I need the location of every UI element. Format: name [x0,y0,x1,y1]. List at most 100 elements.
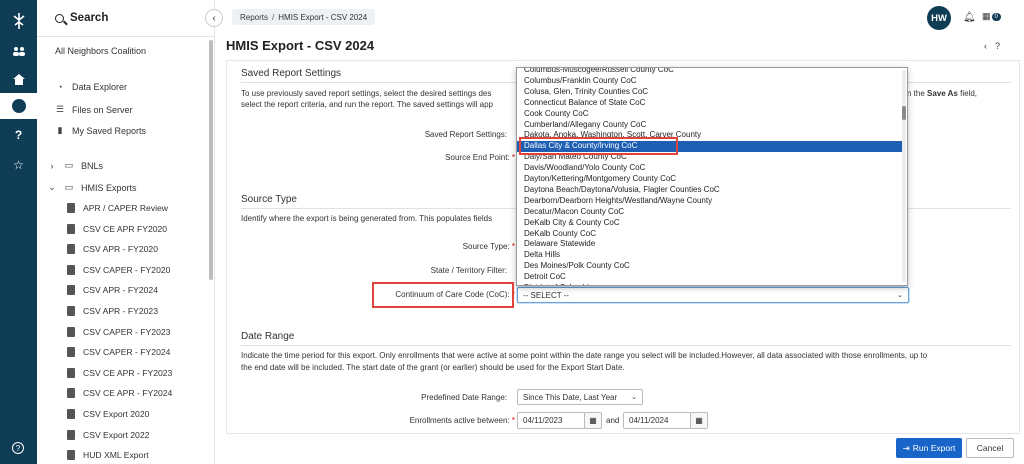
list-icon: ☰ [55,104,65,114]
dropdown-option[interactable]: DeKalb County CoC [517,229,903,240]
dropdown-option[interactable]: Dearborn/Dearborn Heights/Westland/Wayne… [517,196,903,207]
breadcrumb-separator: / [272,12,275,22]
folder-label: BNLs [81,160,104,171]
select-value: Since This Date, Last Year [523,392,618,402]
source-type-desc: Identify where the export is being gener… [241,214,493,223]
dropdown-scroll-track[interactable] [902,70,906,282]
calendar-icon[interactable]: ▦ [584,412,602,429]
desc-text: To use previously saved report settings,… [241,89,492,98]
document-icon [67,367,75,378]
desc-text: n the [907,89,925,98]
breadcrumb-current: HMIS Export - CSV 2024 [278,12,368,22]
dropdown-option[interactable]: Decatur/Macon County CoC [517,207,903,218]
coc-dropdown-list[interactable]: Columbus-Muscogee/Russell County CoC Colu… [516,67,908,286]
sidebar-report-item[interactable]: CSV CE APR - FY2024 [67,388,172,399]
sidebar-report-item[interactable]: CSV CAPER - FY2023 [67,326,171,337]
dropdown-option[interactable]: District of Columbia [517,283,903,285]
required-marker: * [509,242,515,251]
dropdown-option[interactable]: Cook County CoC [517,109,903,120]
folder-hmis-exports[interactable]: ⌄ ▭ HMIS Exports [47,182,136,193]
sidebar-item-label: Data Explorer [72,82,128,92]
divider [37,36,215,37]
divider [241,345,1011,346]
sidebar-report-label: CSV CAPER - FY2023 [83,326,171,337]
label-text: Source Type: [462,242,510,251]
highlight-callout-label [372,282,514,308]
end-date-input[interactable]: 04/11/2024 [623,412,691,429]
dropdown-option[interactable]: DeKalb City & County CoC [517,218,903,229]
sidebar-report-label: CSV CAPER - FY2020 [83,264,171,275]
sidebar-report-item[interactable]: CSV CAPER - FY2024 [67,347,170,358]
dropdown-option[interactable]: Columbus-Muscogee/Russell County CoC [517,68,903,76]
avatar[interactable]: HW [927,6,951,30]
sidebar-report-label: CSV CE APR - FY2023 [83,367,173,378]
document-icon [67,306,75,316]
saved-settings-desc-2: select the report criteria, and run the … [241,100,493,109]
dropdown-option[interactable]: Davis/Woodland/Yolo County CoC [517,163,903,174]
dropdown-option[interactable]: Connecticut Balance of State CoC [517,98,903,109]
sidebar-report-item[interactable]: CSV Export 2022 [67,429,150,440]
required-marker: * [509,416,515,425]
start-date-input[interactable]: 04/11/2023 [517,412,585,429]
label-text: Enrollments active between: [409,416,510,425]
org-name[interactable]: All Neighbors Coalition [55,46,146,56]
sidebar-item-files-on-server[interactable]: ☰ Files on Server [55,104,133,115]
source-type-heading: Source Type [241,194,297,205]
folder-icon: ▭ [64,182,74,192]
sidebar-report-item[interactable]: CSV CE APR FY2020 [67,223,167,234]
run-export-button[interactable]: ⇥ Run Export [896,438,962,458]
sidebar-item-my-saved-reports[interactable]: ▮ My Saved Reports [55,125,147,136]
dropdown-option[interactable]: Dayton/Kettering/Montgomery County CoC [517,174,903,185]
document-icon [67,244,75,255]
help-circle-icon[interactable]: ? [12,442,24,454]
folder-bnls[interactable]: › ▭ BNLs [47,160,104,171]
dropdown-option[interactable]: Delta Hills [517,250,903,261]
sidebar-report-item[interactable]: HUD XML Export [67,450,149,461]
help-icon[interactable]: ? [0,122,37,148]
dropdown-option[interactable]: Des Moines/Polk County CoC [517,261,903,272]
dropdown-option[interactable]: Cumberland/Allegany County CoC [517,120,903,131]
export-icon: ⇥ [902,442,910,453]
dropdown-scroll-thumb[interactable] [902,106,906,120]
folder-icon: ▭ [64,160,74,170]
sidebar-item-data-explorer[interactable]: ◔ Data Explorer [55,82,127,92]
dropdown-option[interactable]: Colusa, Glen, Trinity Counties CoC [517,87,903,98]
sidebar-report-label: CSV Export 2022 [83,429,150,440]
sidebar-report-item[interactable]: CSV CAPER - FY2020 [67,264,171,275]
reports-icon[interactable] [0,93,37,119]
help-icon[interactable]: ? [995,41,1000,51]
calendar-icon[interactable]: ▦ [690,412,708,429]
star-icon[interactable]: ☆ [0,152,37,178]
document-icon [67,285,75,296]
sidebar-report-item[interactable]: APR / CAPER Review [67,203,168,213]
document-icon [67,264,75,275]
users-icon[interactable] [0,38,37,64]
calendar-notifications[interactable]: ▦ 0 [982,11,1001,22]
dropdown-option[interactable]: Delaware Statewide [517,239,903,250]
sidebar-report-item[interactable]: CSV APR - FY2024 [67,285,158,296]
bell-icon[interactable]: 🔔︎ [963,12,976,23]
coc-select[interactable]: -- SELECT -- ⌄ [517,287,909,303]
sidebar-report-item[interactable]: CSV APR - FY2023 [67,306,158,316]
sidebar-item-label: Files on Server [72,104,133,115]
dropdown-option[interactable]: Detroit CoC [517,272,903,283]
collapse-sidebar-button[interactable]: ‹ [205,9,223,27]
cancel-button[interactable]: Cancel [966,438,1014,458]
dropdown-option[interactable]: Daytona Beach/Daytona/Volusia, Flagler C… [517,185,903,196]
dropdown-option[interactable]: Columbus/Franklin County CoC [517,76,903,87]
sidebar-search[interactable]: Search [55,12,108,24]
home-icon[interactable] [0,66,37,92]
chevron-left-icon[interactable]: ‹ [984,41,987,51]
document-icon [67,409,75,419]
label-text: Source End Point: [445,153,510,162]
sidebar-report-item[interactable]: CSV CE APR - FY2023 [67,367,173,378]
required-marker: * [509,153,515,162]
app-logo-icon[interactable] [0,6,37,36]
sidebar-report-item[interactable]: CSV APR - FY2020 [67,244,158,255]
icon-rail: ? ☆ ? [0,0,37,464]
document-icon [67,203,75,213]
sidebar-scrollbar[interactable] [209,40,213,280]
predefined-range-select[interactable]: Since This Date, Last Year ⌄ [517,389,643,405]
breadcrumb-reports[interactable]: Reports [240,13,268,22]
sidebar-report-item[interactable]: CSV Export 2020 [67,409,149,419]
